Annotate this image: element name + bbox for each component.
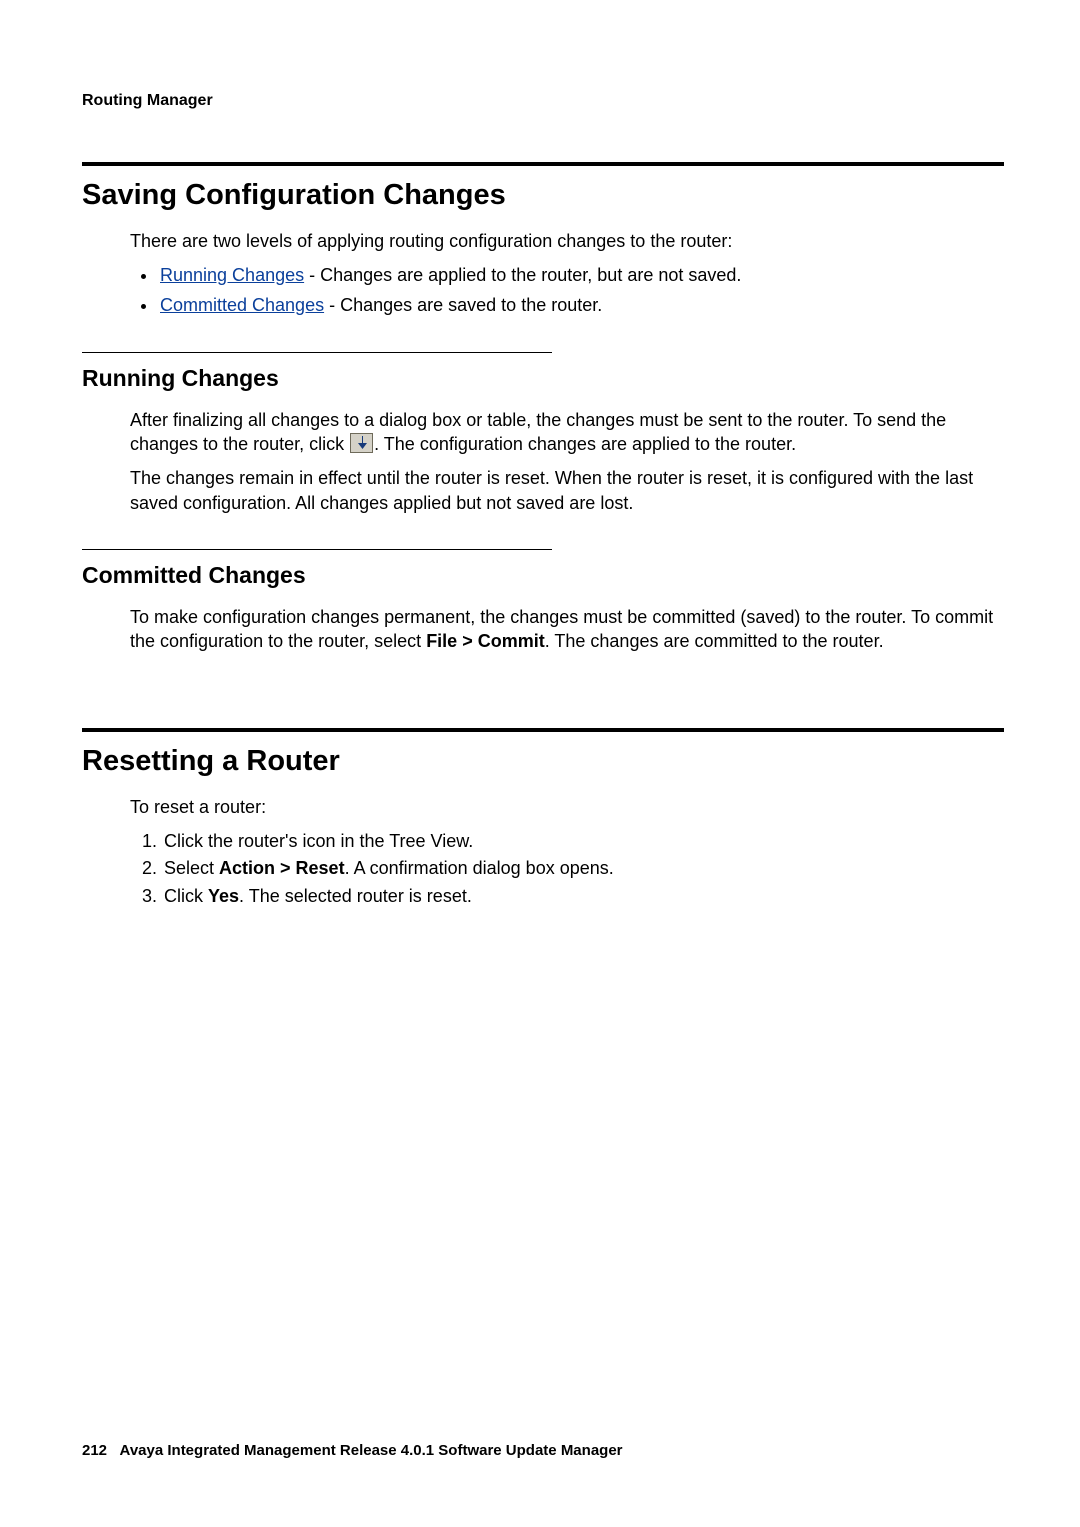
footer-title: Avaya Integrated Management Release 4.0.… [120,1442,623,1459]
page-header: Routing Manager [82,90,1004,112]
step-2: Select Action > Reset. A confirmation di… [162,856,1004,880]
menu-action-reset: Action > Reset [219,858,345,878]
page-number: 212 [82,1442,107,1459]
document-page: Routing Manager Saving Configuration Cha… [0,0,1080,1527]
section-rule-2 [82,728,1004,732]
intro-block: There are two levels of applying routing… [82,229,1004,253]
heading-saving-config: Saving Configuration Changes [82,176,1004,215]
menu-file-commit: File > Commit [426,631,545,651]
committed-p1: To make configuration changes permanent,… [130,605,1004,654]
committed-p1b: . The changes are committed to the route… [545,631,884,651]
running-p2: The changes remain in effect until the r… [130,466,1004,515]
link-committed-changes[interactable]: Committed Changes [160,295,324,315]
bullet-committed: Committed Changes - Changes are saved to… [158,293,1004,317]
spacer [82,664,1004,710]
running-p1: After finalizing all changes to a dialog… [130,408,1004,457]
step-1: Click the router's icon in the Tree View… [162,829,1004,853]
running-p1b: . The configuration changes are applied … [374,434,796,454]
bullet-running: Running Changes - Changes are applied to… [158,263,1004,287]
step-3b: . The selected router is reset. [239,886,472,906]
send-to-router-icon [350,433,373,453]
subsection-rule [82,352,552,353]
section-rule [82,162,1004,166]
step-3: Click Yes. The selected router is reset. [162,884,1004,908]
step-3a: Click [164,886,208,906]
running-body: After finalizing all changes to a dialog… [82,408,1004,515]
page-footer: 212 Avaya Integrated Management Release … [82,1441,623,1461]
reset-intro: To reset a router: [130,795,1004,819]
bullet-committed-rest: - Changes are saved to the router. [324,295,602,315]
reset-steps: Click the router's icon in the Tree View… [82,829,1004,908]
step-2b: . A confirmation dialog box opens. [345,858,614,878]
heading-resetting: Resetting a Router [82,742,1004,781]
reset-body: To reset a router: [82,795,1004,819]
saving-bullet-list: Running Changes - Changes are applied to… [82,263,1004,318]
subsection-rule-2 [82,549,552,550]
saving-intro: There are two levels of applying routing… [130,229,1004,253]
button-yes-label: Yes [208,886,239,906]
committed-body: To make configuration changes permanent,… [82,605,1004,654]
link-running-changes[interactable]: Running Changes [160,265,304,285]
bullet-running-rest: - Changes are applied to the router, but… [304,265,741,285]
heading-committed-changes: Committed Changes [82,560,1004,591]
step-2a: Select [164,858,219,878]
heading-running-changes: Running Changes [82,363,1004,394]
